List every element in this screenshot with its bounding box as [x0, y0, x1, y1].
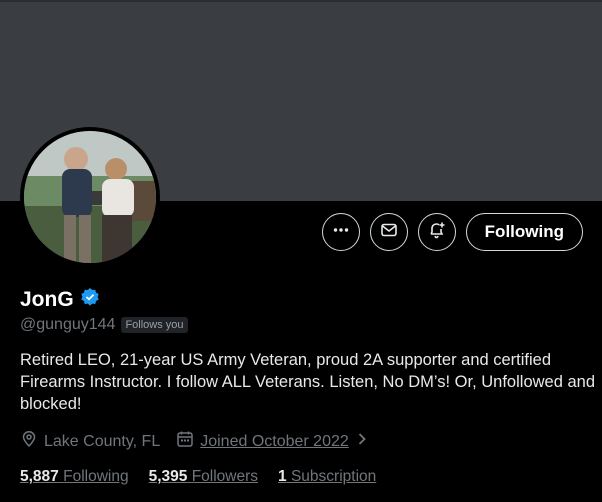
- location-item: Lake County, FL: [20, 430, 160, 453]
- joined-item[interactable]: Joined October 2022: [176, 430, 369, 453]
- handle-row: @gunguy144 Follows you: [20, 316, 188, 334]
- following-count: 5,887: [20, 468, 59, 485]
- profile-bio: Retired LEO, 21-year US Army Veteran, pr…: [20, 351, 596, 413]
- notifications-button[interactable]: [417, 213, 456, 251]
- subscription-stat[interactable]: 1 Subscription: [278, 468, 376, 486]
- followers-label: Followers: [191, 468, 259, 485]
- display-name: JonG: [20, 287, 74, 311]
- joined-date-link[interactable]: Joined October 2022: [200, 433, 349, 451]
- subscription-label: Subscription: [290, 468, 377, 485]
- profile-name-row: JonG: [20, 287, 100, 312]
- username-handle: @gunguy144: [20, 316, 116, 333]
- avatar-photo: [24, 131, 156, 263]
- chevron-right-icon: [355, 432, 369, 451]
- subscription-count: 1: [278, 468, 287, 485]
- top-divider: [0, 0, 602, 2]
- envelope-icon: [380, 221, 398, 244]
- following-stat[interactable]: 5,887 Following: [20, 468, 129, 486]
- follows-you-badge: Follows you: [121, 317, 188, 333]
- message-button[interactable]: [369, 213, 408, 251]
- profile-avatar[interactable]: [20, 127, 160, 267]
- profile-stats: 5,887 Following 5,395 Followers 1 Subscr…: [20, 468, 376, 486]
- location-text: Lake County, FL: [44, 432, 161, 450]
- profile-meta: Lake County, FL Joined October 2022: [20, 430, 369, 453]
- following-label: Following: [63, 468, 129, 485]
- profile-actions: Following: [321, 213, 583, 251]
- location-pin-icon: [20, 430, 38, 453]
- more-button[interactable]: [321, 213, 360, 251]
- calendar-icon: [176, 430, 194, 453]
- followers-stat[interactable]: 5,395 Followers: [149, 468, 258, 486]
- more-horizontal-icon: [332, 221, 350, 244]
- followers-count: 5,395: [148, 468, 188, 485]
- bell-plus-icon: [427, 220, 447, 245]
- verified-badge-icon[interactable]: [80, 287, 100, 312]
- following-button[interactable]: Following: [465, 213, 583, 251]
